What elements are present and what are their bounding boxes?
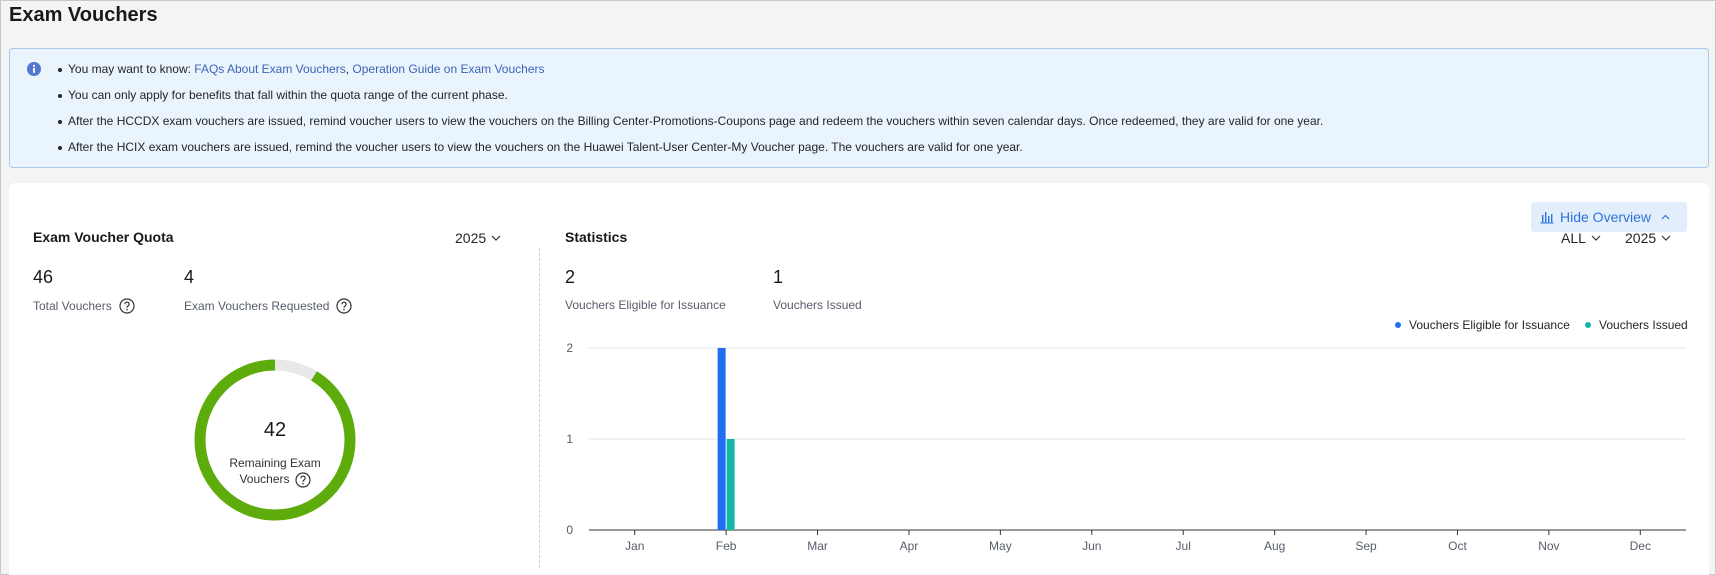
remaining-vouchers-label: Remaining Exam Vouchers	[193, 455, 357, 488]
notice-line-hcix: After the HCIX exam vouchers are issued,…	[56, 139, 1323, 165]
notice-line-links: You may want to know: FAQs About Exam Vo…	[56, 61, 1323, 87]
hide-overview-label: Hide Overview	[1560, 209, 1652, 225]
statistics-year-value: 2025	[1625, 230, 1657, 246]
remaining-vouchers-value: 42	[263, 419, 287, 441]
y-tick-label: 0	[566, 523, 573, 537]
x-tick-label: Dec	[1630, 539, 1651, 553]
total-vouchers-value: 46	[33, 267, 54, 287]
notice-line-quota: You can only apply for benefits that fal…	[56, 87, 1323, 113]
chevron-down-icon	[1661, 235, 1671, 241]
y-tick-label: 2	[566, 341, 573, 355]
bar-chart-icon	[1540, 212, 1554, 224]
requested-vouchers-label-row: Exam Vouchers Requested	[184, 298, 353, 314]
x-tick-label: Apr	[900, 539, 919, 553]
eligible-vouchers-label: Vouchers Eligible for Issuance	[565, 298, 726, 312]
statistics-bar-chart: 0 1 2 Jan Feb Mar Apr May Jun Jul Aug Sep Oct Nov Dec	[566, 341, 1686, 553]
bar-eligible-feb	[717, 348, 726, 530]
help-icon[interactable]	[119, 298, 135, 314]
x-tick-label: Jul	[1176, 539, 1191, 553]
info-notice: You may want to know: FAQs About Exam Vo…	[9, 48, 1709, 168]
quota-year-select[interactable]: 2025	[455, 230, 501, 246]
chevron-down-icon	[491, 235, 501, 241]
remaining-label-line1: Remaining Exam	[229, 456, 321, 470]
info-icon	[27, 62, 41, 76]
x-tick-label: May	[989, 539, 1012, 553]
x-tick-label: Jan	[625, 539, 644, 553]
overview-panel: Hide Overview Exam Voucher Quota 2025 46…	[9, 183, 1709, 575]
statistics-year-select[interactable]: 2025	[1625, 230, 1671, 246]
page-title: Exam Vouchers	[9, 4, 158, 26]
section-divider	[539, 248, 540, 568]
help-icon[interactable]	[336, 298, 353, 314]
statistics-filter-value: ALL	[1561, 230, 1586, 246]
help-icon[interactable]	[294, 472, 311, 488]
hide-overview-button[interactable]: Hide Overview	[1531, 202, 1687, 232]
y-tick-label: 1	[566, 432, 573, 446]
x-tick-label: Oct	[1448, 539, 1467, 553]
operation-guide-link[interactable]: Operation Guide on Exam Vouchers	[352, 62, 544, 76]
remaining-label-line2: Vouchers	[239, 472, 290, 486]
notice-line-hccdx: After the HCCDX exam vouchers are issued…	[56, 113, 1323, 139]
chevron-up-icon	[1661, 214, 1670, 220]
x-tick-label: Nov	[1538, 539, 1559, 553]
x-tick-label: Aug	[1264, 539, 1285, 553]
eligible-vouchers-value: 2	[565, 267, 576, 287]
requested-vouchers-value: 4	[184, 267, 195, 287]
x-tick-label: Jun	[1082, 539, 1101, 553]
total-vouchers-label: Total Vouchers	[33, 299, 112, 313]
chevron-down-icon	[1591, 235, 1601, 241]
x-tick-label: Sep	[1355, 539, 1377, 553]
notice-intro: You may want to know:	[68, 62, 195, 76]
issued-vouchers-label: Vouchers Issued	[773, 298, 862, 312]
statistics-filter-select[interactable]: ALL	[1561, 230, 1601, 246]
requested-vouchers-label: Exam Vouchers Requested	[184, 299, 330, 313]
issued-vouchers-value: 1	[773, 267, 784, 287]
bar-issued-feb	[726, 439, 735, 530]
total-vouchers-label-row: Total Vouchers	[33, 298, 135, 314]
statistics-title: Statistics	[565, 229, 628, 245]
faq-link[interactable]: FAQs About Exam Vouchers	[194, 62, 345, 76]
x-tick-label: Feb	[716, 539, 737, 553]
x-tick-label: Mar	[807, 539, 828, 553]
quota-year-value: 2025	[455, 230, 487, 246]
quota-title: Exam Voucher Quota	[33, 229, 174, 245]
